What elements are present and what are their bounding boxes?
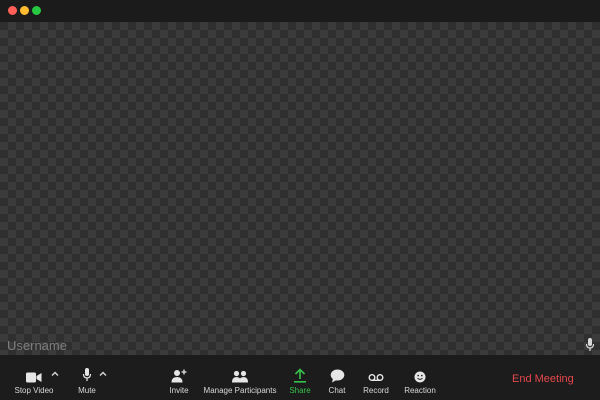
mute-label: Mute — [78, 386, 96, 395]
share-button[interactable]: Share — [284, 355, 316, 400]
chat-label: Chat — [328, 386, 346, 395]
chat-button[interactable]: Chat — [323, 355, 351, 400]
add-person-icon — [171, 369, 187, 383]
reaction-label: Reaction — [404, 386, 436, 395]
window-titlebar — [0, 0, 600, 22]
meeting-toolbar: Stop Video Mute Invite Manage Participan… — [0, 355, 600, 400]
maximize-window-button[interactable] — [32, 6, 41, 15]
video-camera-icon — [26, 372, 42, 383]
audio-options-chevron-icon[interactable] — [98, 369, 108, 379]
video-options-chevron-icon[interactable] — [50, 369, 60, 379]
manage-participants-label: Manage Participants — [203, 386, 277, 395]
participants-icon — [232, 370, 248, 383]
close-window-button[interactable] — [8, 6, 17, 15]
chat-bubble-icon — [330, 369, 344, 383]
participant-username: Username — [7, 338, 67, 353]
invite-button[interactable]: Invite — [162, 355, 196, 400]
record-label: Record — [363, 386, 389, 395]
microphone-icon — [82, 368, 92, 381]
minimize-window-button[interactable] — [20, 6, 29, 15]
reaction-button[interactable]: Reaction — [402, 355, 438, 400]
microphone-status-icon — [585, 338, 595, 351]
end-meeting-button[interactable]: End Meeting — [512, 373, 574, 385]
record-icon — [368, 374, 384, 381]
record-button[interactable]: Record — [360, 355, 392, 400]
manage-participants-button[interactable]: Manage Participants — [204, 355, 276, 400]
share-upload-icon — [294, 368, 306, 383]
share-label: Share — [289, 386, 311, 395]
smiley-icon — [414, 371, 426, 383]
video-area — [0, 22, 600, 355]
invite-label: Invite — [169, 386, 189, 395]
stop-video-label: Stop Video — [14, 386, 54, 395]
